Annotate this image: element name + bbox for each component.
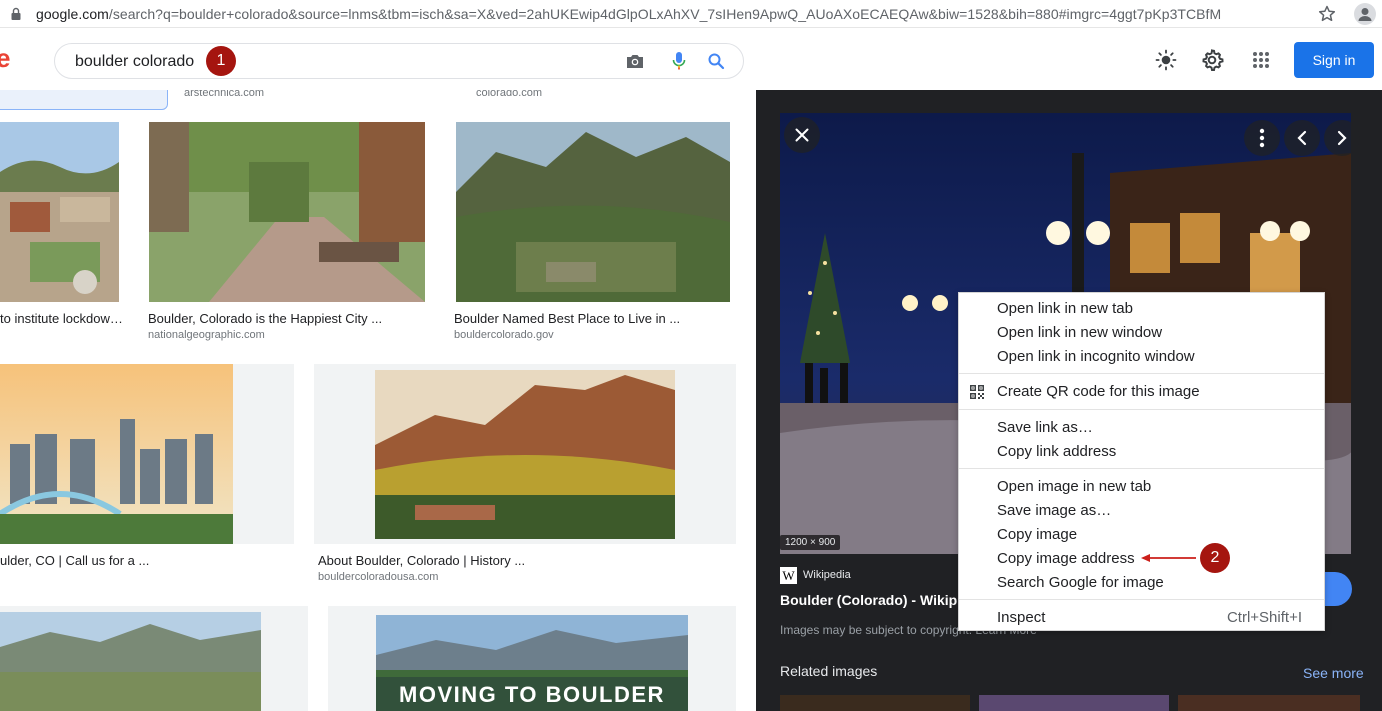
related-images-heading: Related images: [780, 663, 878, 679]
close-preview-button[interactable]: [784, 117, 820, 153]
search-box[interactable]: boulder colorado 1: [54, 43, 744, 79]
image-source[interactable]: Wikipedia: [803, 569, 851, 581]
theme-sun-icon[interactable]: [1155, 49, 1177, 71]
chevron-right-icon: [1337, 130, 1347, 146]
image-dimensions: 1200 × 900: [780, 535, 841, 550]
search-input[interactable]: boulder colorado: [75, 53, 194, 71]
menu-item-open-link-incognito[interactable]: Open link in incognito window: [959, 344, 1324, 368]
result-site[interactable]: bouldercoloradousa.com: [318, 571, 438, 583]
menu-item-label: Open link in incognito window: [997, 348, 1195, 365]
next-image-button[interactable]: [1324, 120, 1360, 156]
result-image-boulder-flatirons-aerial[interactable]: [456, 122, 730, 302]
related-thumbnail[interactable]: [1178, 695, 1360, 711]
menu-item-shortcut: Ctrl+Shift+I: [1226, 609, 1302, 626]
microphone-icon[interactable]: [672, 51, 686, 71]
result-site[interactable]: bouldercolorado.gov: [454, 329, 554, 341]
menu-item-search-google-for-image[interactable]: Search Google for image: [959, 570, 1324, 594]
more-options-button[interactable]: [1244, 120, 1280, 156]
step-badge-2: 2: [1200, 543, 1230, 573]
result-image-boulder-valley[interactable]: [0, 612, 261, 711]
close-icon: [795, 128, 809, 142]
menu-item-save-image-as[interactable]: Save image as…: [959, 498, 1324, 522]
result-image-overlay-text: MOVING TO BOULDER: [399, 682, 665, 707]
google-logo-fragment[interactable]: e: [0, 45, 10, 71]
qr-code-icon: [970, 385, 984, 399]
profile-avatar[interactable]: [1354, 3, 1376, 25]
result-site-colorado[interactable]: colorado.com: [476, 90, 542, 99]
menu-item-label: Open image in new tab: [997, 478, 1152, 495]
result-site-arstechnica[interactable]: arstechnica.com: [184, 90, 264, 99]
result-image-denver-skyline[interactable]: [0, 364, 233, 544]
result-title[interactable]: About Boulder, Colorado | History ...: [318, 553, 525, 568]
menu-separator: [959, 373, 1324, 374]
result-title[interactable]: to institute lockdow…: [0, 311, 123, 326]
menu-item-copy-image[interactable]: Copy image: [959, 522, 1324, 546]
visit-button[interactable]: [1322, 572, 1352, 606]
result-image-boulder-aerial-campus[interactable]: [0, 122, 119, 302]
url-host: google.com: [36, 6, 109, 22]
browser-address-bar[interactable]: google.com/search?q=boulder+colorado&sou…: [0, 0, 1382, 28]
related-thumbnail[interactable]: [979, 695, 1169, 711]
result-image-flatirons-sunset[interactable]: [375, 370, 675, 539]
menu-item-label: Inspect: [997, 609, 1046, 626]
result-title[interactable]: ulder, CO | Call us for a ...: [0, 553, 149, 568]
url-text[interactable]: google.com/search?q=boulder+colorado&sou…: [36, 6, 1221, 22]
image-title[interactable]: Boulder (Colorado) - Wikip: [780, 592, 957, 608]
context-menu: Open link in new tab Open link in new wi…: [958, 292, 1325, 631]
menu-item-label: Open link in new window: [997, 324, 1163, 341]
sign-in-button[interactable]: Sign in: [1294, 42, 1374, 78]
menu-item-label: Search Google for image: [997, 574, 1164, 591]
menu-item-label: Create QR code for this image: [997, 383, 1200, 400]
menu-item-open-image-new-tab[interactable]: Open image in new tab: [959, 474, 1324, 498]
image-results-grid: arstechnica.com colorado.com to institut…: [0, 90, 756, 711]
screen: google.com/search?q=boulder+colorado&sou…: [0, 0, 1382, 711]
menu-item-open-link-new-tab[interactable]: Open link in new tab: [959, 296, 1324, 320]
wikipedia-icon: W: [780, 567, 797, 584]
vertical-dots-icon: [1259, 128, 1265, 148]
result-title[interactable]: Boulder Named Best Place to Live in ...: [454, 311, 680, 326]
menu-item-label: Save link as…: [997, 419, 1093, 436]
menu-item-inspect[interactable]: Inspect Ctrl+Shift+I: [959, 605, 1324, 629]
related-thumbnail[interactable]: [780, 695, 970, 711]
menu-item-label: Open link in new tab: [997, 300, 1133, 317]
menu-item-open-link-new-window[interactable]: Open link in new window: [959, 320, 1324, 344]
result-site[interactable]: nationalgeographic.com: [148, 329, 265, 341]
menu-item-label: Copy image: [997, 526, 1078, 543]
menu-item-label: Save image as…: [997, 502, 1112, 519]
url-path: /search?q=boulder+colorado&source=lnms&t…: [108, 6, 1222, 22]
step-badge-1: 1: [206, 46, 236, 76]
see-more-link[interactable]: See more: [1303, 665, 1364, 681]
menu-separator: [959, 599, 1324, 600]
chevron-left-icon: [1297, 130, 1307, 146]
menu-item-label: Copy image address: [997, 550, 1135, 567]
lock-icon: [11, 7, 21, 20]
menu-item-create-qr-code[interactable]: Create QR code for this image: [959, 379, 1324, 403]
camera-icon[interactable]: [625, 52, 645, 70]
menu-separator: [959, 468, 1324, 469]
previous-image-button[interactable]: [1284, 120, 1320, 156]
result-title[interactable]: Boulder, Colorado is the Happiest City .…: [148, 311, 382, 326]
apps-grid-icon[interactable]: [1252, 51, 1270, 69]
bookmark-star-icon[interactable]: [1317, 4, 1337, 24]
settings-gear-icon[interactable]: [1200, 48, 1224, 72]
annotation-arrow-icon: [1141, 554, 1196, 562]
menu-item-label: Copy link address: [997, 443, 1117, 460]
menu-item-copy-link-address[interactable]: Copy link address: [959, 439, 1324, 463]
menu-item-save-link-as[interactable]: Save link as…: [959, 415, 1324, 439]
search-icon[interactable]: [707, 52, 725, 70]
result-image-pearl-street[interactable]: [149, 122, 425, 302]
selected-result-outline: [0, 90, 168, 110]
person-icon: [1358, 8, 1372, 21]
menu-separator: [959, 409, 1324, 410]
